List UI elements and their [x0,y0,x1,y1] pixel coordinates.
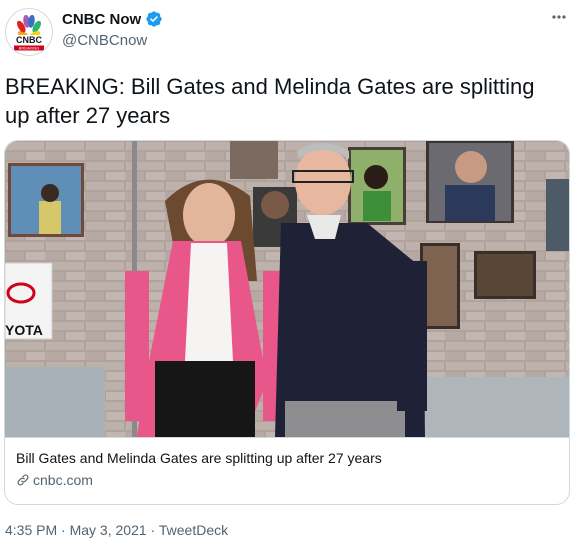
meta-separator-2: · [150,522,156,538]
tweet-source[interactable]: TweetDeck [159,522,228,538]
gates-photo-image: YOTA [5,141,569,437]
tweet-meta: 4:35 PM · May 3, 2021 · TweetDeck [5,522,228,538]
card-image[interactable]: YOTA [5,141,569,437]
tweet-date[interactable]: May 3, 2021 [70,522,147,538]
card-title[interactable]: Bill Gates and Melinda Gates are splitti… [16,450,382,466]
link-card[interactable]: YOTA Bill Gates and Melinda Gates are sp… [4,140,570,505]
account-handle[interactable]: @CNBCnow [62,32,147,49]
meta-separator: · [61,522,66,538]
avatar-text: CNBC [16,35,42,45]
link-icon [17,474,29,486]
cnbc-peacock-logo-icon: CNBC BREAKING [12,14,46,51]
display-name[interactable]: CNBC Now [62,11,141,28]
avatar-subtext: BREAKING [19,46,40,51]
card-domain-text: cnbc.com [33,472,93,488]
more-options-icon[interactable] [548,8,570,26]
tweet-text: BREAKING: Bill Gates and Melinda Gates a… [5,74,535,128]
avatar[interactable]: CNBC BREAKING [5,8,53,56]
verified-badge-icon [146,11,162,27]
card-info[interactable]: Bill Gates and Melinda Gates are splitti… [5,437,569,504]
name-row: CNBC Now [62,10,163,28]
tweet-time[interactable]: 4:35 PM [5,522,57,538]
tweet-header: CNBC BREAKING CNBC Now @CNBCnow [0,0,575,62]
toyota-sign-text: YOTA [5,322,43,338]
ellipsis-icon [552,15,566,19]
card-domain[interactable]: cnbc.com [16,472,93,488]
